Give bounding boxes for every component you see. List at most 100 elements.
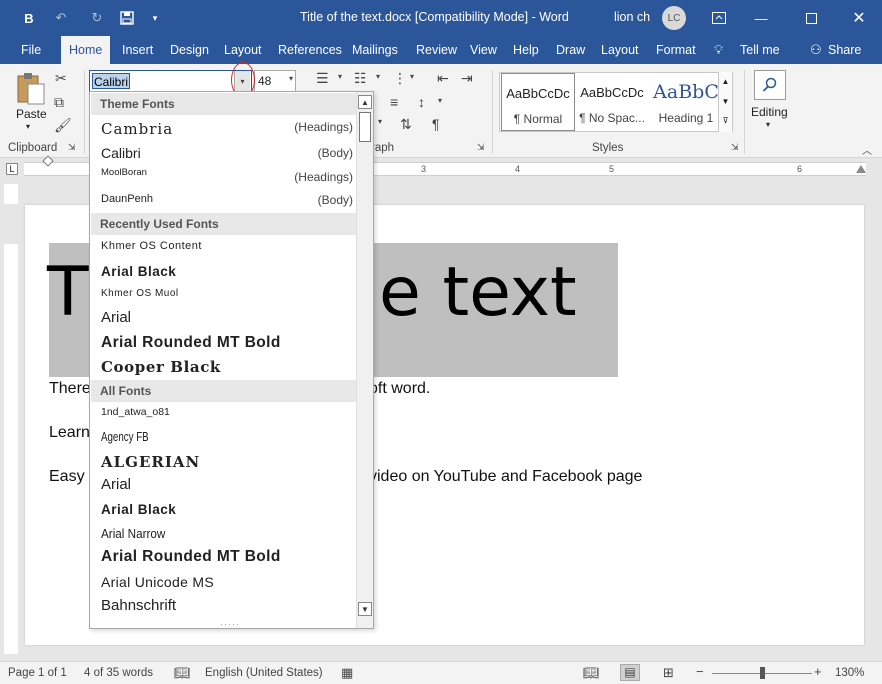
minimize-icon[interactable]: — [748,0,774,36]
paragraph-launcher-icon[interactable]: ⇲ [477,142,485,153]
word-app-icon[interactable]: B [18,0,40,36]
tab-selector-icon[interactable]: L [6,163,18,175]
numbering-dropdown-icon[interactable]: ▾ [376,72,380,81]
editing-dropdown-icon[interactable]: ▾ [766,120,770,129]
save-icon[interactable] [116,0,138,36]
paste-dropdown-icon[interactable]: ▾ [26,122,30,131]
redo-icon[interactable]: ↻ [86,0,108,36]
font-list-scrollbar[interactable]: ▲ ▼ [356,92,373,628]
format-painter-icon[interactable]: 🖌︎ [54,117,72,134]
tab-mailings[interactable]: Mailings [352,36,398,64]
font-item[interactable]: Arial Black [101,264,353,279]
tab-file[interactable]: File [21,36,41,64]
font-item[interactable]: Khmer OS Muol [101,288,353,299]
font-item[interactable]: ALGERIAN [101,453,353,471]
scroll-thumb[interactable] [359,112,371,142]
styles-more-icon[interactable]: ⊽ [719,112,732,130]
justify-icon[interactable]: ≡ [390,94,398,110]
font-item[interactable]: Bahnschrift [101,597,353,614]
font-item[interactable]: Arial Unicode MS [101,574,353,590]
user-name[interactable]: lion ch [614,10,650,24]
undo-icon[interactable]: ↶ [50,0,72,36]
tab-insert[interactable]: Insert [122,36,153,64]
sort-icon[interactable]: ⇅ [400,116,412,133]
font-size-input[interactable]: 48 [258,74,271,88]
font-size-dropdown-icon[interactable]: ▾ [289,74,293,83]
print-layout-icon[interactable]: ▤ [620,664,640,681]
shading-dropdown-icon[interactable]: ▾ [378,117,382,126]
increase-indent-icon[interactable]: ⇥ [461,70,473,87]
font-item[interactable]: Agency FB [101,430,298,444]
read-mode-icon[interactable]: 📖︎ [583,665,600,681]
tab-layout-2[interactable]: Layout [601,36,639,64]
styles-up-icon[interactable]: ▲ [719,72,732,92]
share-button[interactable]: Share [828,36,861,64]
multilevel-dropdown-icon[interactable]: ▾ [410,72,414,81]
font-item[interactable]: Cooper Black [101,358,353,376]
multilevel-list-icon[interactable]: ⋮ [393,70,407,87]
scroll-down-icon[interactable]: ▼ [358,602,372,616]
font-item[interactable]: Arial [101,476,353,493]
clipboard-launcher-icon[interactable]: ⇲ [68,142,76,153]
first-line-indent-marker[interactable] [42,155,54,167]
ribbon-display-icon[interactable] [706,0,732,36]
language[interactable]: English (United States) [205,667,323,679]
customize-qat-icon[interactable]: ▾ [146,0,164,36]
scroll-up-icon[interactable]: ▲ [358,95,372,109]
search-icon[interactable] [754,70,786,100]
font-item[interactable]: MoolBoran (Headings) [101,167,353,184]
editing-button[interactable]: Editing [751,105,788,119]
copy-icon[interactable]: ⧉ [54,94,64,111]
font-item[interactable]: DaunPenh (Body) [101,193,353,207]
numbering-icon[interactable]: ☷ [354,70,367,87]
close-icon[interactable]: ✕ [846,0,872,36]
style-no-spacing[interactable]: AaBbCcDc ¶ No Spac... [575,73,649,131]
bullets-dropdown-icon[interactable]: ▾ [338,72,342,81]
paste-icon[interactable] [14,70,46,109]
font-item[interactable]: Arial Black [101,502,353,517]
macro-icon[interactable]: ▦ [341,665,353,681]
font-item[interactable]: Cambria (Headings) [101,120,353,138]
font-item[interactable]: Calibri (Body) [101,145,353,161]
resize-grip-icon[interactable]: ····· [220,619,240,628]
tab-references[interactable]: References [278,36,342,64]
tell-me-box[interactable]: Tell me [740,36,780,64]
web-layout-icon[interactable]: ⊞ [663,665,674,681]
font-item[interactable]: Arial [101,309,353,326]
tab-design[interactable]: Design [170,36,209,64]
font-dropdown[interactable]: Theme Fonts Cambria (Headings) Calibri (… [89,91,374,629]
line-spacing-icon[interactable]: ↕ [418,94,425,110]
cut-icon[interactable]: ✂ [55,70,67,87]
proofing-icon[interactable]: 📖︎ [174,665,191,681]
collapse-ribbon-icon[interactable]: ︿ [862,142,872,157]
zoom-level[interactable]: 130% [835,667,864,679]
avatar[interactable]: LC [662,6,686,30]
paste-label[interactable]: Paste [16,107,47,121]
font-item[interactable]: Khmer OS Content [101,240,353,252]
tab-format[interactable]: Format [656,36,696,64]
font-name-input[interactable]: Calibri [92,73,131,89]
bullets-icon[interactable]: ☰ [316,70,329,87]
zoom-out-icon[interactable]: − [696,664,704,679]
word-count[interactable]: 4 of 35 words [84,667,153,679]
zoom-slider-thumb[interactable] [760,667,765,679]
style-heading-1[interactable]: AaBbC Heading 1 [649,73,723,131]
tab-review[interactable]: Review [416,36,457,64]
zoom-in-icon[interactable]: + [814,664,822,679]
show-formatting-icon[interactable]: ¶ [432,116,440,132]
font-item[interactable]: Arial Rounded MT Bold [101,548,353,566]
tab-draw[interactable]: Draw [556,36,585,64]
font-size-combobox[interactable]: 48 ▾ [254,70,296,92]
font-item[interactable]: Arial Rounded MT Bold [101,334,353,352]
page-count[interactable]: Page 1 of 1 [8,667,67,679]
styles-launcher-icon[interactable]: ⇲ [731,142,739,153]
tab-view[interactable]: View [470,36,497,64]
maximize-icon[interactable] [798,0,824,36]
font-item[interactable]: 1nd_atwa_o81 [101,406,353,418]
line-spacing-dropdown-icon[interactable]: ▾ [438,96,442,105]
style-normal[interactable]: AaBbCcDc ¶ Normal [501,73,575,131]
styles-scroll[interactable]: ▲ ▼ ⊽ [718,72,732,132]
tab-home[interactable]: Home [61,36,111,64]
font-name-combobox[interactable]: Calibri ▾ [89,70,252,92]
right-indent-marker[interactable] [856,165,866,173]
